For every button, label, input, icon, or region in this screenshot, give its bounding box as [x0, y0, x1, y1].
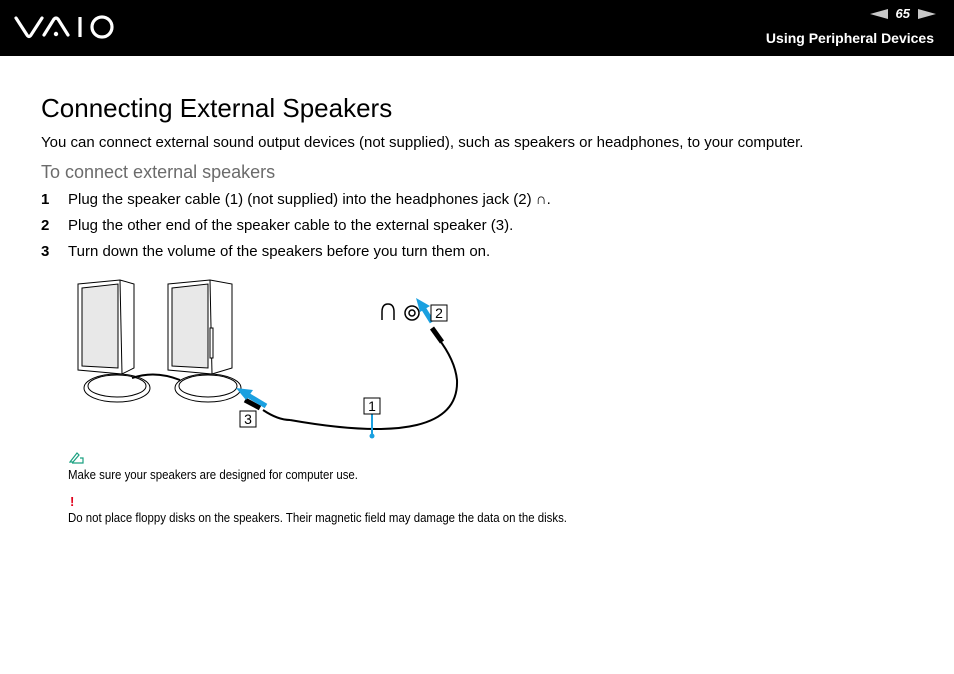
speaker-left-illustration — [77, 279, 151, 403]
step-text: Plug the other end of the speaker cable … — [68, 217, 514, 234]
page-title: Connecting External Speakers — [41, 93, 393, 123]
step-3: 3 Turn down the volume of the speakers b… — [41, 243, 490, 260]
vaio-logo — [14, 15, 114, 39]
intro-paragraph: You can connect external sound output de… — [41, 134, 804, 151]
pencil-note-icon — [69, 452, 84, 464]
plug-right — [429, 326, 445, 344]
step-2: 2 Plug the other end of the speaker cabl… — [41, 217, 513, 234]
step-text: Turn down the volume of the speakers bef… — [68, 243, 491, 260]
note-text: Make sure your speakers are designed for… — [68, 467, 358, 482]
warning-icon: ! — [70, 494, 75, 509]
step-1: 1 Plug the speaker cable (1) (not suppli… — [41, 191, 551, 208]
step-text: Plug the speaker cable (1) (not supplied… — [68, 191, 551, 208]
next-page-arrow-icon[interactable] — [918, 8, 936, 19]
headphone-jack-icon — [381, 303, 420, 321]
page-nav: 65 — [869, 6, 936, 21]
speaker-right-illustration — [167, 279, 242, 403]
previous-page-arrow-icon[interactable] — [869, 8, 888, 19]
procedure-title: To connect external speakers — [41, 162, 276, 182]
callout-3: 3 — [244, 411, 252, 427]
step-number: 2 — [41, 217, 50, 234]
callout-1: 1 — [368, 398, 376, 414]
warning-text: Do not place floppy disks on the speaker… — [68, 510, 567, 525]
header-bar: 65 Using Peripheral Devices — [0, 0, 954, 56]
step-number: 1 — [41, 191, 50, 208]
step-number: 3 — [41, 243, 50, 260]
section-title: Using Peripheral Devices — [765, 30, 934, 46]
page-number: 65 — [895, 6, 910, 21]
speaker-connection-diagram: 2 1 3 — [77, 279, 459, 439]
callout-2: 2 — [435, 305, 443, 321]
speaker-cable — [262, 337, 459, 430]
